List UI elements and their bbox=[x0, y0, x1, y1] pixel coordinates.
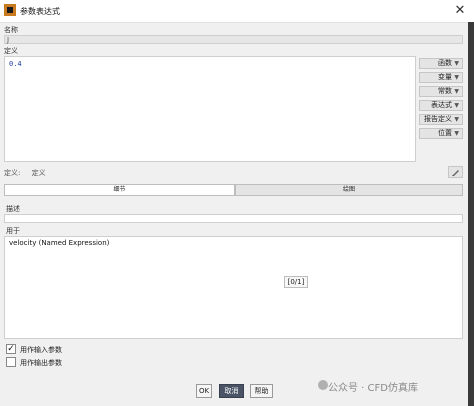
window-edge bbox=[468, 22, 474, 406]
ok-button[interactable]: OK bbox=[196, 384, 212, 398]
watermark: 公众号 · CFD仿真库 bbox=[328, 383, 418, 394]
used-in-list: velocity (Named Expression) bbox=[4, 236, 463, 339]
locations-label: 位置 bbox=[438, 129, 452, 137]
expressions-label: 表达式 bbox=[431, 101, 452, 109]
definition-summary: 定义: 定义 bbox=[4, 168, 55, 178]
app-icon bbox=[4, 4, 16, 16]
definition-summary-value: 定义 bbox=[31, 169, 46, 177]
chevron-down-icon: ▼ bbox=[454, 102, 459, 109]
tab-details[interactable]: 细节 bbox=[4, 184, 235, 196]
definition-label: 定义 bbox=[4, 47, 18, 55]
sketch-button[interactable] bbox=[448, 166, 463, 178]
functions-dropdown[interactable]: 函数 ▼ bbox=[419, 58, 463, 69]
report-definitions-dropdown[interactable]: 报告定义 ▼ bbox=[419, 114, 463, 125]
description-label: 描述 bbox=[6, 205, 20, 213]
description-field[interactable] bbox=[4, 214, 463, 223]
window-title: 参数表达式 bbox=[20, 7, 60, 16]
wechat-icon bbox=[318, 380, 328, 390]
sketch-icon bbox=[452, 170, 459, 176]
variables-label: 变量 bbox=[438, 73, 452, 81]
name-label: 名称 bbox=[4, 26, 18, 34]
use-as-input-label: 用作输入参数 bbox=[20, 346, 62, 354]
expressions-dropdown[interactable]: 表达式 ▼ bbox=[419, 100, 463, 111]
constants-label: 常数 bbox=[438, 87, 452, 95]
chevron-down-icon: ▼ bbox=[454, 116, 459, 123]
definition-value[interactable]: 0.4 bbox=[9, 60, 22, 68]
functions-label: 函数 bbox=[438, 59, 452, 67]
help-button[interactable]: 帮助 bbox=[250, 384, 273, 398]
definition-editor[interactable]: 0.4 bbox=[4, 56, 416, 162]
report-definitions-label: 报告定义 bbox=[424, 115, 452, 123]
variables-dropdown[interactable]: 变量 ▼ bbox=[419, 72, 463, 83]
page-indicator: [0/1] bbox=[284, 276, 308, 288]
definition-summary-label: 定义: bbox=[4, 169, 21, 177]
list-item[interactable]: velocity (Named Expression) bbox=[9, 239, 109, 247]
locations-dropdown[interactable]: 位置 ▼ bbox=[419, 128, 463, 139]
chevron-down-icon: ▼ bbox=[454, 60, 459, 67]
used-in-label: 用于 bbox=[6, 227, 20, 235]
chevron-down-icon: ▼ bbox=[454, 130, 459, 137]
use-as-output-checkbox[interactable] bbox=[6, 357, 16, 367]
tab-sketch[interactable]: 绘图 bbox=[235, 184, 463, 196]
use-as-output-label: 用作输出参数 bbox=[20, 359, 62, 367]
cancel-button[interactable]: 取消 bbox=[219, 384, 244, 398]
chevron-down-icon: ▼ bbox=[454, 74, 459, 81]
constants-dropdown[interactable]: 常数 ▼ bbox=[419, 86, 463, 97]
close-icon[interactable]: ✕ bbox=[450, 2, 470, 20]
title-bar: 参数表达式 ✕ bbox=[0, 0, 474, 23]
name-field[interactable]: J bbox=[4, 35, 463, 44]
chevron-down-icon: ▼ bbox=[454, 88, 459, 95]
use-as-input-checkbox[interactable]: ✓ bbox=[6, 344, 16, 354]
